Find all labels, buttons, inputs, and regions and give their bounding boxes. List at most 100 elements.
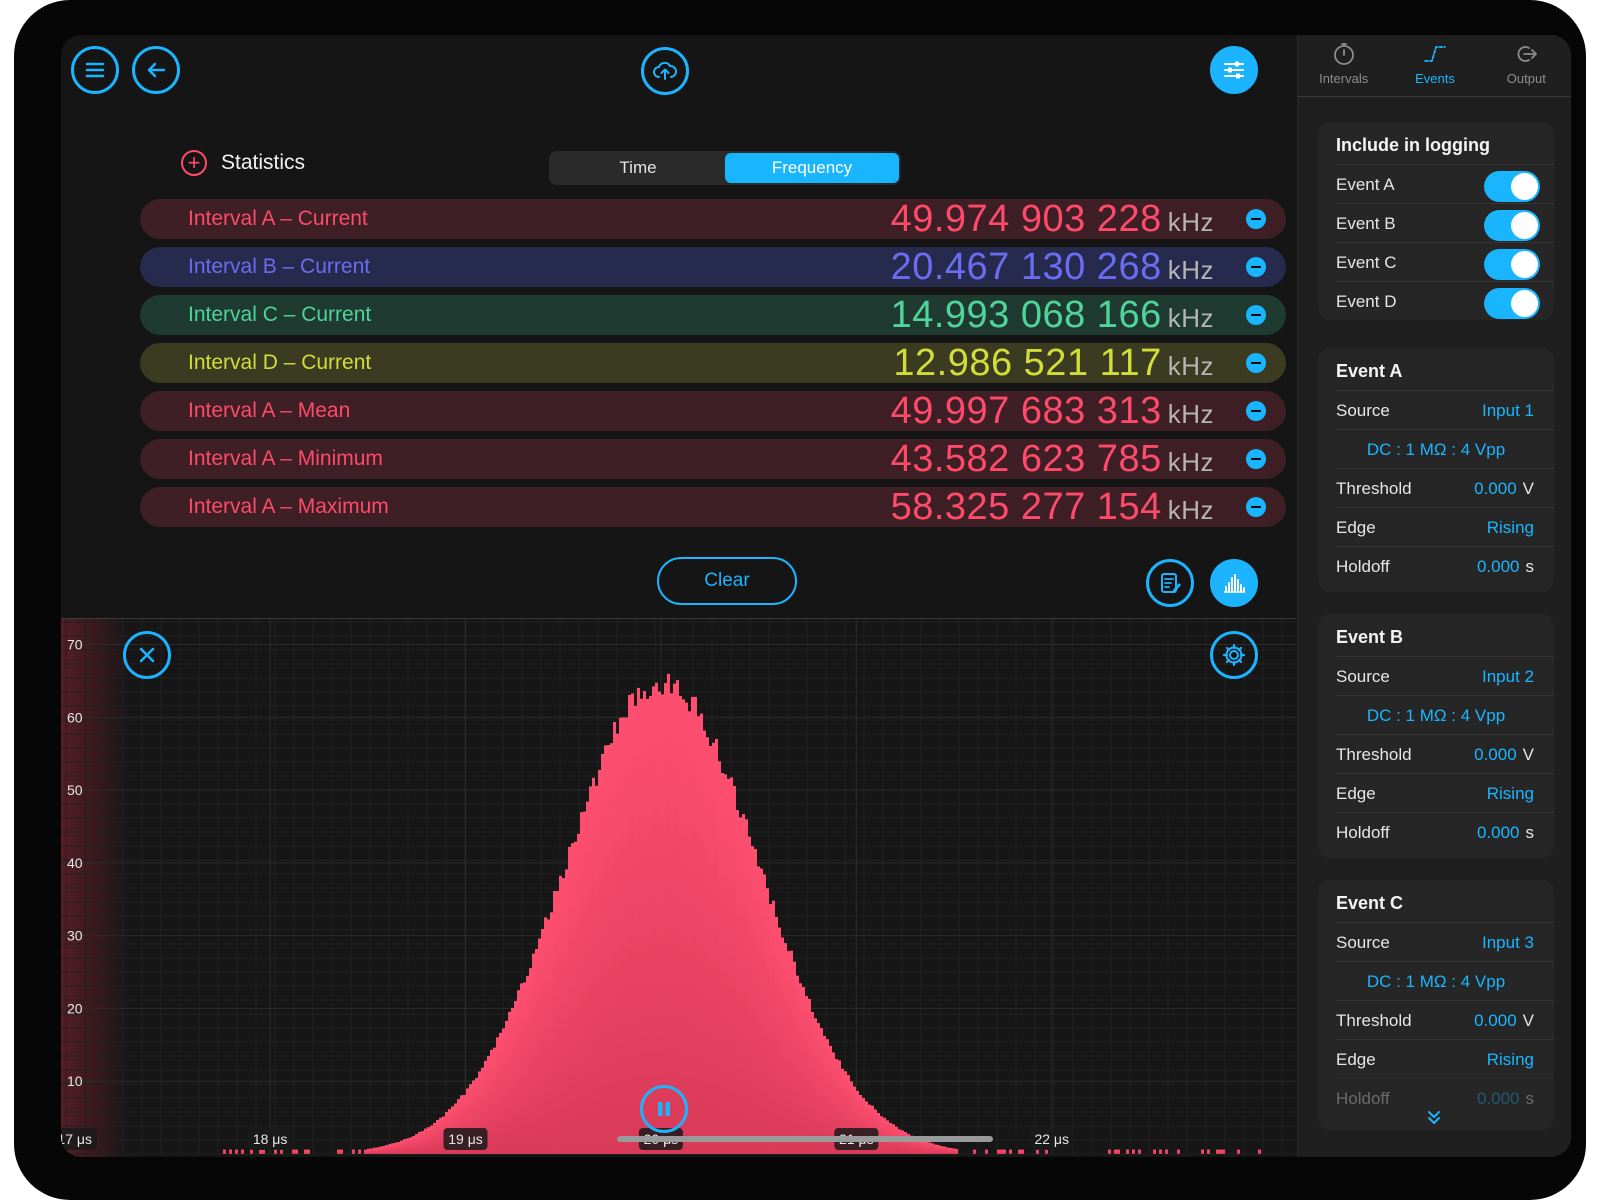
event-edge-row[interactable]: Edge Rising bbox=[1336, 773, 1554, 812]
histogram-bar bbox=[643, 690, 646, 1154]
histogram-bar bbox=[493, 1047, 496, 1154]
tab-output[interactable]: Output bbox=[1481, 35, 1571, 96]
histogram-bar bbox=[1036, 1149, 1039, 1154]
statistic-name: Interval A – Current bbox=[188, 207, 368, 230]
event-threshold-row[interactable]: Threshold 0.000 V bbox=[1336, 1000, 1554, 1039]
output-icon bbox=[1517, 46, 1538, 62]
remove-statistic-icon[interactable] bbox=[1246, 209, 1266, 229]
source-value[interactable]: Input 1 bbox=[1482, 391, 1534, 430]
statistic-unit: kHz bbox=[1167, 254, 1214, 285]
statistic-row: Interval B – Current 20.467 130 268 kHz bbox=[140, 246, 1286, 288]
statistic-value-group: 49.974 903 228 kHz bbox=[891, 198, 1214, 241]
remove-statistic-icon[interactable] bbox=[1246, 257, 1266, 277]
threshold-value-group[interactable]: 0.000 V bbox=[1474, 1001, 1534, 1040]
segment-time[interactable]: Time bbox=[551, 153, 725, 183]
event-edge-row[interactable]: Edge Rising bbox=[1336, 507, 1554, 546]
histogram-bar bbox=[370, 1148, 373, 1154]
event-holdoff-row[interactable]: Holdoff 0.000 s bbox=[1336, 1078, 1554, 1117]
event-coupling-row[interactable]: DC : 1 MΩ : 4 Vpp bbox=[1336, 695, 1554, 734]
event-source-row[interactable]: Source Input 1 bbox=[1336, 390, 1554, 429]
threshold-value[interactable]: 0.000 bbox=[1474, 745, 1517, 764]
tab-intervals[interactable]: Intervals bbox=[1298, 35, 1389, 96]
histogram-bar bbox=[607, 745, 610, 1154]
tab-events[interactable]: Events bbox=[1389, 35, 1480, 96]
close-chart-button[interactable] bbox=[123, 631, 171, 679]
event-d-log-toggle[interactable] bbox=[1484, 288, 1540, 319]
chart-settings-button[interactable] bbox=[1210, 631, 1258, 679]
histogram-bar bbox=[685, 702, 688, 1154]
event-b-log-toggle[interactable] bbox=[1484, 210, 1540, 241]
histogram-bar bbox=[754, 849, 757, 1154]
histogram-button[interactable] bbox=[1210, 559, 1258, 607]
add-statistic-icon[interactable]: + bbox=[181, 150, 207, 176]
x-tick-label: 19 μs bbox=[448, 1131, 483, 1147]
remove-statistic-icon[interactable] bbox=[1246, 401, 1266, 421]
remove-statistic-icon[interactable] bbox=[1246, 305, 1266, 325]
threshold-value[interactable]: 0.000 bbox=[1474, 1011, 1517, 1030]
logging-item: Event B bbox=[1336, 203, 1554, 242]
event-edge-row[interactable]: Edge Rising bbox=[1336, 1039, 1554, 1078]
clear-button[interactable]: Clear bbox=[657, 557, 797, 605]
edge-value[interactable]: Rising bbox=[1487, 1040, 1534, 1079]
tab-intervals-label: Intervals bbox=[1319, 71, 1369, 86]
holdoff-value[interactable]: 0.000 bbox=[1477, 557, 1520, 576]
histogram-bar bbox=[718, 761, 721, 1154]
histogram-chart[interactable]: 1020304050607017 μs18 μs19 μs20 μs21 μs2… bbox=[61, 618, 1296, 1157]
time-frequency-toggle[interactable]: Time Frequency bbox=[549, 151, 901, 185]
statistics-title: Statistics bbox=[221, 151, 306, 174]
holdoff-value[interactable]: 0.000 bbox=[1477, 823, 1520, 842]
event-source-row[interactable]: Source Input 3 bbox=[1336, 922, 1554, 961]
threshold-value-group[interactable]: 0.000 V bbox=[1474, 735, 1534, 774]
histogram-bar bbox=[433, 1122, 436, 1154]
source-value[interactable]: Input 3 bbox=[1482, 923, 1534, 962]
back-button[interactable] bbox=[132, 46, 180, 94]
event-coupling-row[interactable]: DC : 1 MΩ : 4 Vpp bbox=[1336, 961, 1554, 1000]
holdoff-value-group[interactable]: 0.000 s bbox=[1477, 813, 1534, 852]
scroll-down-chevron-icon[interactable] bbox=[1425, 1109, 1443, 1132]
menu-button[interactable] bbox=[71, 46, 119, 94]
event-holdoff-row[interactable]: Holdoff 0.000 s bbox=[1336, 546, 1554, 585]
remove-statistic-icon[interactable] bbox=[1246, 353, 1266, 373]
holdoff-value-group[interactable]: 0.000 s bbox=[1477, 1079, 1534, 1118]
threshold-value[interactable]: 0.000 bbox=[1474, 479, 1517, 498]
edge-value[interactable]: Rising bbox=[1487, 508, 1534, 547]
histogram-bar bbox=[1018, 1149, 1021, 1154]
event-a-log-toggle[interactable] bbox=[1484, 171, 1540, 202]
event-threshold-row[interactable]: Threshold 0.000 V bbox=[1336, 734, 1554, 773]
event-holdoff-row[interactable]: Holdoff 0.000 s bbox=[1336, 812, 1554, 851]
remove-statistic-icon[interactable] bbox=[1246, 497, 1266, 517]
histogram-bar bbox=[1201, 1149, 1204, 1154]
segment-frequency[interactable]: Frequency bbox=[725, 153, 899, 183]
remove-statistic-icon[interactable] bbox=[1246, 449, 1266, 469]
histogram-bar bbox=[949, 1147, 952, 1154]
histogram-bar bbox=[235, 1149, 238, 1154]
edge-value[interactable]: Rising bbox=[1487, 774, 1534, 813]
source-value[interactable]: Input 2 bbox=[1482, 657, 1534, 696]
histogram-bar bbox=[796, 975, 799, 1154]
event-source-row[interactable]: Source Input 2 bbox=[1336, 656, 1554, 695]
holdoff-unit: s bbox=[1525, 557, 1535, 576]
event-c-log-toggle[interactable] bbox=[1484, 249, 1540, 280]
statistic-name: Interval A – Mean bbox=[188, 399, 351, 422]
histogram-bar bbox=[391, 1143, 394, 1154]
histogram-bar bbox=[577, 833, 580, 1154]
histogram-bar bbox=[769, 904, 772, 1154]
statistic-unit: kHz bbox=[1167, 494, 1214, 525]
histogram-bar bbox=[394, 1142, 397, 1154]
histogram-bar bbox=[337, 1149, 340, 1154]
log-edit-button[interactable] bbox=[1146, 559, 1194, 607]
source-label: Source bbox=[1336, 667, 1390, 686]
holdoff-value-group[interactable]: 0.000 s bbox=[1477, 547, 1534, 586]
cloud-upload-button[interactable] bbox=[641, 47, 689, 95]
histogram-bar bbox=[274, 1149, 277, 1154]
histogram-bar bbox=[1258, 1149, 1261, 1154]
threshold-value-group[interactable]: 0.000 V bbox=[1474, 469, 1534, 508]
settings-sliders-button[interactable] bbox=[1210, 46, 1258, 94]
event-coupling-row[interactable]: DC : 1 MΩ : 4 Vpp bbox=[1336, 429, 1554, 468]
pause-button[interactable] bbox=[640, 1085, 688, 1133]
logging-item-label: Event B bbox=[1336, 214, 1396, 233]
statistic-unit: kHz bbox=[1167, 302, 1214, 333]
event-threshold-row[interactable]: Threshold 0.000 V bbox=[1336, 468, 1554, 507]
holdoff-value[interactable]: 0.000 bbox=[1477, 1089, 1520, 1108]
statistic-row: Interval A – Current 49.974 903 228 kHz bbox=[140, 198, 1286, 241]
